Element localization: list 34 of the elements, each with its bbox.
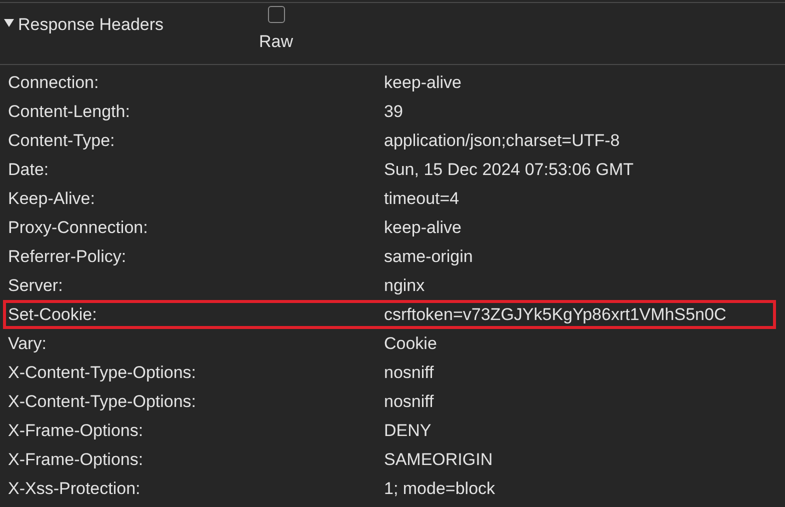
header-value: same-origin: [384, 246, 473, 268]
header-name: Content-Type:: [7, 130, 116, 152]
header-value: 1; mode=block: [384, 478, 496, 500]
header-name: Set-Cookie:: [7, 304, 98, 326]
section-header[interactable]: Response Headers: [0, 3, 258, 38]
header-name: Date:: [7, 158, 50, 181]
header-value: keep-alive: [384, 72, 462, 94]
header-value: 39: [384, 100, 403, 123]
header-name: Connection:: [7, 72, 100, 94]
header-value: csrftoken=v73ZGJYk5KgYp86xrt1VMhS5n0C: [384, 304, 726, 326]
header-value: application/json;charset=UTF-8: [384, 130, 620, 152]
header-name: X-Content-Type-Options:: [7, 390, 198, 413]
header-name: X-Xss-Protection:: [7, 478, 142, 500]
header-value: nosniff: [384, 390, 434, 413]
header-value: DENY: [384, 420, 432, 442]
header-value: Sun, 15 Dec 2024 07:53:06 GMT: [384, 158, 634, 181]
header-value: SAMEORIGIN: [384, 448, 493, 471]
section-title: Response Headers: [18, 14, 164, 36]
header-name: Referrer-Policy:: [7, 246, 128, 268]
header-value: nosniff: [384, 362, 434, 384]
header-value: keep-alive: [384, 216, 462, 239]
header-name: Server:: [7, 274, 64, 297]
header-name: Content-Length:: [7, 100, 131, 123]
header-value: timeout=4: [384, 188, 460, 210]
header-value: nginx: [384, 274, 425, 297]
raw-label: Raw: [258, 31, 293, 53]
header-name: X-Frame-Options:: [7, 448, 144, 471]
header-name: X-Frame-Options:: [7, 420, 144, 442]
header-name: X-Content-Type-Options:: [7, 362, 198, 384]
header-name: Vary:: [7, 332, 48, 355]
raw-checkbox[interactable]: [268, 6, 284, 23]
header-value: Cookie: [384, 332, 437, 355]
header-name: Proxy-Connection:: [7, 216, 149, 239]
header-name: Keep-Alive:: [7, 188, 96, 210]
